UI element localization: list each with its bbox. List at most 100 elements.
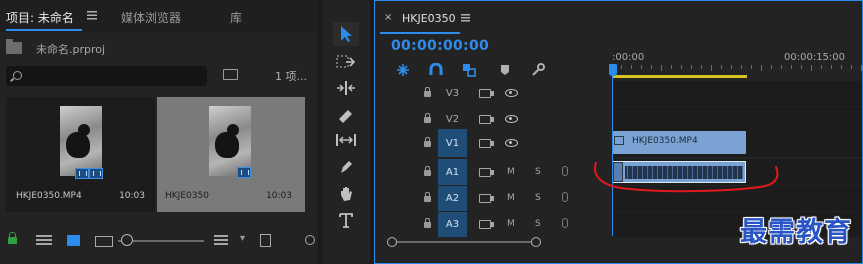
microphone-icon[interactable]	[562, 192, 568, 202]
magnet-icon[interactable]	[428, 62, 444, 78]
ripple-edit-icon[interactable]	[333, 76, 359, 100]
playhead-line[interactable]	[612, 76, 613, 236]
list-view-icon[interactable]	[36, 235, 52, 246]
ruler-tick	[771, 65, 772, 69]
freeform-view-icon[interactable]	[95, 236, 113, 247]
track-content[interactable]: HKJE0350.MP4	[612, 129, 862, 157]
find-bin-icon[interactable]	[223, 69, 238, 80]
pen-icon[interactable]	[333, 155, 359, 179]
track-v1: V1 HKJE0350.MP4	[375, 129, 862, 157]
chevron-down-icon[interactable]: ▾	[240, 233, 245, 244]
solo-button[interactable]: S	[535, 219, 541, 229]
add-marker-icon[interactable]	[497, 62, 513, 78]
lock-icon[interactable]	[424, 87, 431, 97]
ruler-tick	[791, 65, 792, 69]
sequence-tab[interactable]: HKJE0350	[402, 12, 456, 25]
track-content[interactable]	[612, 186, 862, 211]
tools-panel	[322, 0, 370, 264]
snap-icon[interactable]	[395, 62, 411, 78]
search-icon[interactable]	[305, 235, 315, 245]
video-clip[interactable]: HKJE0350.MP4	[612, 131, 746, 154]
linked-selection-icon[interactable]	[461, 62, 477, 78]
solo-button[interactable]: S	[535, 167, 541, 177]
slip-icon[interactable]	[333, 128, 359, 152]
new-item-icon[interactable]	[260, 234, 271, 247]
lock-icon[interactable]	[424, 192, 431, 202]
time-ruler[interactable]	[611, 65, 862, 73]
close-icon[interactable]: ×	[384, 12, 392, 23]
razor-icon[interactable]	[333, 103, 359, 127]
ruler-tick	[851, 65, 852, 69]
scrollbar-left-handle[interactable]	[387, 237, 397, 247]
eye-icon[interactable]	[505, 89, 518, 97]
project-sequence-item[interactable]: HKJE0350 10:03	[157, 97, 305, 212]
project-tabs: 项目: 未命名 媒体浏览器 库	[0, 0, 318, 32]
track-target-a3[interactable]: A3	[438, 212, 467, 237]
panel-menu-icon[interactable]	[87, 10, 97, 20]
folder-icon	[6, 39, 22, 54]
ruler-tick	[761, 65, 762, 71]
wrench-icon[interactable]	[530, 62, 546, 78]
track-content[interactable]	[612, 81, 862, 106]
icon-view-icon[interactable]	[67, 235, 80, 246]
sync-lock-icon[interactable]	[479, 139, 494, 148]
lock-icon[interactable]	[424, 166, 431, 176]
track-select-forward-icon[interactable]	[333, 50, 359, 74]
ruler-tick	[661, 65, 662, 71]
scrollbar-track[interactable]	[391, 241, 537, 243]
type-icon[interactable]	[333, 208, 359, 232]
mute-button[interactable]: M	[507, 167, 515, 177]
mute-button[interactable]: M	[507, 219, 515, 229]
track-target-a1[interactable]: A1	[438, 159, 467, 185]
track-target-v3[interactable]: V3	[438, 81, 467, 106]
scrollbar-right-handle[interactable]	[531, 237, 541, 247]
clip-duration: 10:03	[119, 191, 145, 201]
work-area-bar[interactable]	[612, 75, 747, 78]
microphone-icon[interactable]	[562, 218, 568, 228]
tab-project[interactable]: 项目: 未命名	[6, 9, 74, 26]
ruler-tick	[821, 65, 822, 69]
sync-lock-icon[interactable]	[479, 115, 494, 124]
track-content[interactable]	[612, 159, 862, 185]
microphone-icon[interactable]	[562, 166, 568, 176]
tab-libraries[interactable]: 库	[230, 9, 242, 26]
track-target-v1[interactable]: V1	[438, 129, 467, 157]
lock-icon[interactable]	[424, 113, 431, 123]
panel-menu-icon[interactable]	[461, 14, 470, 22]
sync-lock-icon[interactable]	[479, 89, 494, 98]
track-header: V3	[375, 81, 611, 106]
project-clip-item[interactable]: HKJE0350.MP4 10:03	[6, 97, 155, 212]
lock-icon[interactable]	[424, 218, 431, 228]
audio-clip[interactable]	[612, 161, 746, 183]
eye-icon[interactable]	[505, 115, 518, 123]
selection-tool-icon[interactable]	[333, 22, 359, 46]
lock-icon[interactable]	[8, 232, 17, 244]
timeline-toolbar	[375, 61, 611, 79]
ruler-label-15s: 00:00:15:00	[784, 52, 846, 63]
sort-icon[interactable]	[214, 235, 228, 246]
sequence-thumbnail	[209, 106, 251, 176]
clip-thumbnail	[60, 106, 102, 176]
ruler-tick	[641, 65, 642, 69]
eye-icon[interactable]	[505, 139, 518, 147]
project-file-name: 未命名.prproj	[36, 43, 106, 56]
watermark: 最需教育	[740, 217, 852, 248]
sync-lock-icon[interactable]	[479, 220, 494, 229]
ruler-tick	[831, 65, 832, 69]
sync-lock-icon[interactable]	[479, 168, 494, 177]
tab-media-browser[interactable]: 媒体浏览器	[121, 9, 181, 26]
ruler-tick	[651, 65, 652, 69]
track-target-a2[interactable]: A2	[438, 186, 467, 211]
zoom-slider-handle[interactable]	[121, 234, 133, 246]
mute-button[interactable]: M	[507, 193, 515, 203]
hand-icon[interactable]	[333, 182, 359, 206]
ruler-tick	[801, 65, 802, 69]
solo-button[interactable]: S	[535, 193, 541, 203]
project-search-box[interactable]	[6, 66, 207, 86]
playhead-handle[interactable]	[609, 64, 617, 76]
project-search-input[interactable]	[26, 68, 201, 84]
playhead-timecode[interactable]: 00:00:00:00	[391, 38, 489, 54]
ruler-tick	[681, 65, 682, 69]
sync-lock-icon[interactable]	[479, 194, 494, 203]
lock-icon[interactable]	[424, 137, 431, 147]
